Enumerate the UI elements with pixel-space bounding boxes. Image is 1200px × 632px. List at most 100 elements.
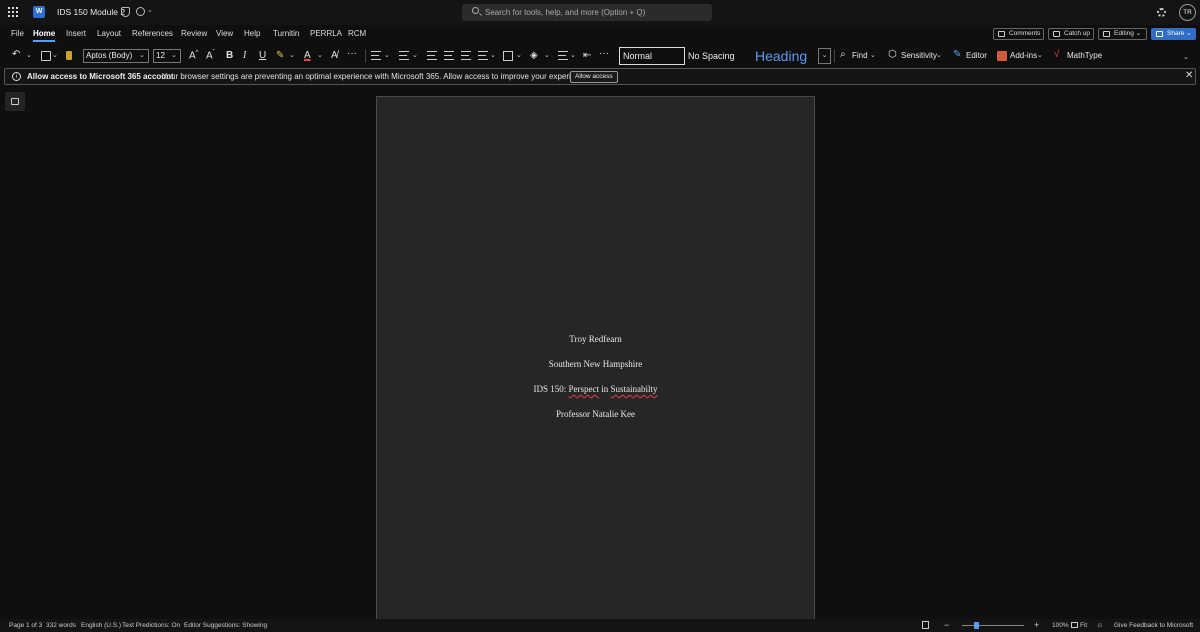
paragraph-spacing-icon[interactable]	[558, 51, 568, 60]
feedback-link[interactable]: Give Feedback to Microsoft	[1114, 622, 1193, 629]
align-icon[interactable]	[478, 51, 488, 60]
shield-icon[interactable]	[121, 7, 130, 17]
text-predictions-status[interactable]: Text Predictions: On	[122, 622, 180, 629]
fit-button[interactable]: Fit	[1080, 622, 1087, 629]
sensitivity-dropdown-icon[interactable]: ⌄	[936, 51, 942, 59]
paste-dropdown-icon[interactable]: ⌄	[52, 51, 58, 59]
editor-icon[interactable]: ✎	[953, 49, 961, 60]
numbering-dropdown-icon[interactable]: ⌄	[412, 51, 418, 59]
paste-icon[interactable]	[41, 51, 51, 61]
undo-icon[interactable]: ↶	[12, 49, 20, 60]
tab-file[interactable]: File	[11, 29, 24, 38]
increase-indent-icon[interactable]	[444, 51, 454, 60]
language-status[interactable]: English (U.S.)	[81, 622, 121, 629]
mathtype-icon[interactable]: √	[1054, 49, 1060, 60]
find-icon[interactable]: ⌕	[840, 49, 846, 60]
zoom-out-icon[interactable]: −	[944, 620, 949, 630]
catch-up-button[interactable]: Catch up	[1048, 28, 1094, 40]
paragraph-spacing-dropdown-icon[interactable]: ⌄	[570, 51, 576, 59]
tab-view[interactable]: View	[216, 29, 233, 38]
clear-formatting-icon[interactable]: A̸	[331, 50, 338, 61]
app-launcher-icon[interactable]	[8, 7, 18, 17]
add-ins-dropdown-icon[interactable]: ⌄	[1037, 51, 1043, 59]
tab-references[interactable]: References	[132, 29, 173, 38]
shrink-font-icon[interactable]: Aˇ	[206, 50, 215, 61]
mathtype-button[interactable]: MathType	[1067, 51, 1102, 60]
document-title[interactable]: IDS 150 Module 2	[57, 7, 125, 17]
tab-perrla[interactable]: PERRLA	[310, 29, 342, 38]
line-spacing-icon[interactable]	[461, 51, 471, 60]
find-dropdown-icon[interactable]: ⌄	[870, 51, 876, 59]
search-input[interactable]	[485, 5, 705, 19]
doc-line-course[interactable]: IDS 150: Perspect in Sustainabilty	[377, 384, 814, 394]
gear-icon[interactable]	[1157, 8, 1166, 17]
add-ins-button[interactable]: Add-ins	[1010, 51, 1037, 60]
chevron-down-icon[interactable]: ⌄	[147, 6, 153, 14]
italic-icon[interactable]: I	[243, 50, 246, 61]
bold-icon[interactable]: B	[226, 50, 233, 61]
document-page[interactable]: Troy Redfearn Southern New Hampshire IDS…	[376, 96, 815, 626]
grow-font-icon[interactable]: A^	[189, 50, 199, 61]
zoom-slider-thumb[interactable]	[974, 622, 979, 629]
comments-button[interactable]: Comments	[993, 28, 1044, 40]
style-heading-1[interactable]: Heading 1	[755, 47, 817, 82]
tab-layout[interactable]: Layout	[97, 29, 121, 38]
share-button[interactable]: Share ⌄	[1151, 28, 1196, 40]
tab-review[interactable]: Review	[181, 29, 207, 38]
search-box[interactable]	[462, 4, 712, 21]
shading-icon[interactable]: ◈	[530, 50, 538, 61]
font-color-dropdown-icon[interactable]: ⌄	[317, 51, 323, 59]
find-button[interactable]: Find	[852, 51, 868, 60]
tab-help[interactable]: Help	[244, 29, 260, 38]
borders-dropdown-icon[interactable]: ⌄	[516, 51, 522, 59]
avatar[interactable]: TR	[1179, 4, 1196, 21]
misspelled-word[interactable]: Perspect	[569, 384, 600, 394]
bullets-icon[interactable]	[371, 51, 381, 60]
align-dropdown-icon[interactable]: ⌄	[490, 51, 496, 59]
tab-turnitin[interactable]: Turnitin	[273, 29, 299, 38]
decrease-indent-icon[interactable]	[427, 51, 437, 60]
style-normal[interactable]: Normal	[619, 47, 685, 65]
allow-access-button[interactable]: Allow access	[570, 71, 618, 83]
navigation-pane-toggle[interactable]	[5, 92, 25, 111]
zoom-level[interactable]: 100%	[1052, 622, 1069, 629]
editor-suggestions-status[interactable]: Editor Suggestions: Showing	[184, 622, 267, 629]
font-color-icon[interactable]: A	[304, 50, 311, 61]
save-status-icon[interactable]	[136, 7, 145, 16]
sensitivity-icon[interactable]: ⬡	[888, 49, 897, 60]
brightness-icon[interactable]: ☼	[1096, 620, 1103, 629]
numbering-icon[interactable]	[399, 51, 409, 60]
format-painter-icon[interactable]	[66, 51, 72, 60]
highlight-icon[interactable]: ✎	[276, 50, 284, 61]
ribbon-options-icon[interactable]: ⌄	[1183, 53, 1189, 61]
styles-gallery-expand-button[interactable]: ⌄	[818, 48, 831, 64]
tab-home[interactable]: Home	[33, 29, 56, 42]
tab-rcm[interactable]: RCM	[348, 29, 366, 38]
font-size-box[interactable]: 12 ⌄	[153, 49, 181, 63]
font-name-box[interactable]: Aptos (Body) ⌄	[83, 49, 149, 63]
sensitivity-button[interactable]: Sensitivity	[901, 51, 937, 60]
paragraph-mark-icon[interactable]: ⇤	[583, 50, 591, 61]
page-count[interactable]: Page 1 of 3	[9, 622, 42, 629]
zoom-in-icon[interactable]: +	[1034, 620, 1039, 630]
zoom-slider-track[interactable]	[962, 625, 1024, 626]
doc-line-professor[interactable]: Professor Natalie Kee	[377, 409, 814, 419]
shading-dropdown-icon[interactable]: ⌄	[544, 51, 550, 59]
style-no-spacing[interactable]: No Spacing	[688, 47, 748, 65]
editing-mode-button[interactable]: Editing ⌄	[1098, 28, 1147, 40]
misspelled-word[interactable]: Sustainabilty	[611, 384, 658, 394]
borders-icon[interactable]	[503, 51, 513, 61]
bullets-dropdown-icon[interactable]: ⌄	[384, 51, 390, 59]
add-ins-icon[interactable]	[997, 51, 1007, 61]
close-icon[interactable]: ✕	[1185, 70, 1193, 81]
more-paragraph-options-icon[interactable]: ···	[599, 48, 609, 59]
highlight-dropdown-icon[interactable]: ⌄	[289, 51, 295, 59]
doc-line-institution[interactable]: Southern New Hampshire	[377, 359, 814, 369]
underline-icon[interactable]: U	[259, 50, 266, 61]
editor-button[interactable]: Editor	[966, 51, 987, 60]
tab-insert[interactable]: Insert	[66, 29, 86, 38]
page-view-icon[interactable]	[922, 621, 929, 629]
undo-dropdown-icon[interactable]: ⌄	[26, 51, 32, 59]
more-font-options-icon[interactable]: ···	[347, 48, 357, 59]
word-count[interactable]: 332 words	[46, 622, 76, 629]
